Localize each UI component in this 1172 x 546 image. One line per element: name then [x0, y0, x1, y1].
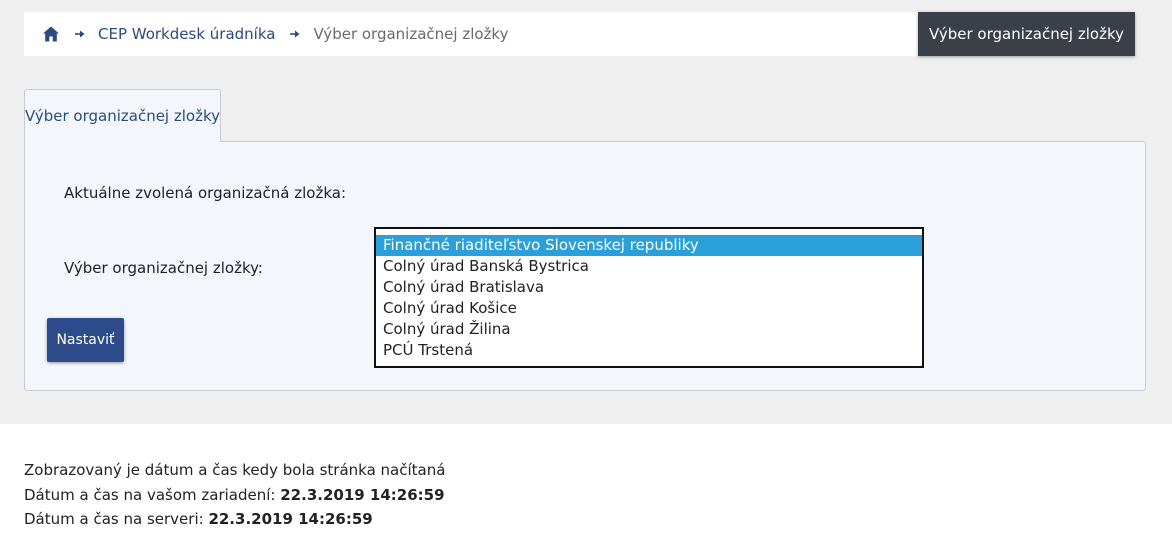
device-datetime-label: Dátum a čas na vašom zariadení: — [24, 485, 281, 504]
breadcrumb-current: Výber organizačnej zložky — [313, 25, 509, 43]
org-unit-option[interactable]: Colný úrad Žilina — [376, 319, 922, 340]
footer-note: Zobrazovaný je dátum a čas kedy bola str… — [24, 461, 446, 479]
server-datetime: Dátum a čas na serveri: 22.3.2019 14:26:… — [24, 507, 445, 532]
home-icon[interactable] — [42, 25, 60, 43]
arrow-right-icon — [289, 28, 301, 40]
org-unit-option[interactable]: Colný úrad Košice — [376, 298, 922, 319]
footer-datetime: Zobrazovaný je dátum a čas kedy bola str… — [24, 458, 445, 532]
device-datetime-value: 22.3.2019 14:26:59 — [280, 485, 445, 504]
org-unit-select-label: Výber organizačnej zložky: — [64, 259, 263, 277]
tab-org-unit-selection[interactable]: Výber organizačnej zložky — [24, 89, 221, 142]
org-unit-panel: Aktuálne zvolená organizačná zložka: Výb… — [24, 141, 1146, 391]
server-datetime-label: Dátum a čas na serveri: — [24, 510, 209, 528]
page-title: Výber organizačnej zložky — [918, 12, 1135, 56]
breadcrumb: CEP Workdesk úradníka Výber organizačnej… — [24, 12, 918, 56]
top-area: CEP Workdesk úradníka Výber organizačnej… — [0, 0, 1172, 424]
org-unit-option[interactable]: Finančné riaditeľstvo Slovenskej republi… — [376, 235, 922, 256]
org-unit-option[interactable]: Colný úrad Bratislava — [376, 277, 922, 298]
breadcrumb-link-workdesk[interactable]: CEP Workdesk úradníka — [98, 25, 275, 43]
device-datetime: Dátum a čas na vašom zariadení: 22.3.201… — [24, 483, 445, 508]
arrow-right-icon — [74, 28, 86, 40]
set-button[interactable]: Nastaviť — [47, 318, 124, 362]
org-unit-listbox[interactable]: Finančné riaditeľstvo Slovenskej republi… — [374, 227, 924, 368]
server-datetime-value: 22.3.2019 14:26:59 — [208, 510, 373, 528]
org-unit-option[interactable]: PCÚ Trstená — [376, 340, 922, 361]
current-org-unit-label: Aktuálne zvolená organizačná zložka: — [64, 184, 346, 202]
org-unit-option[interactable]: Colný úrad Banská Bystrica — [376, 256, 922, 277]
